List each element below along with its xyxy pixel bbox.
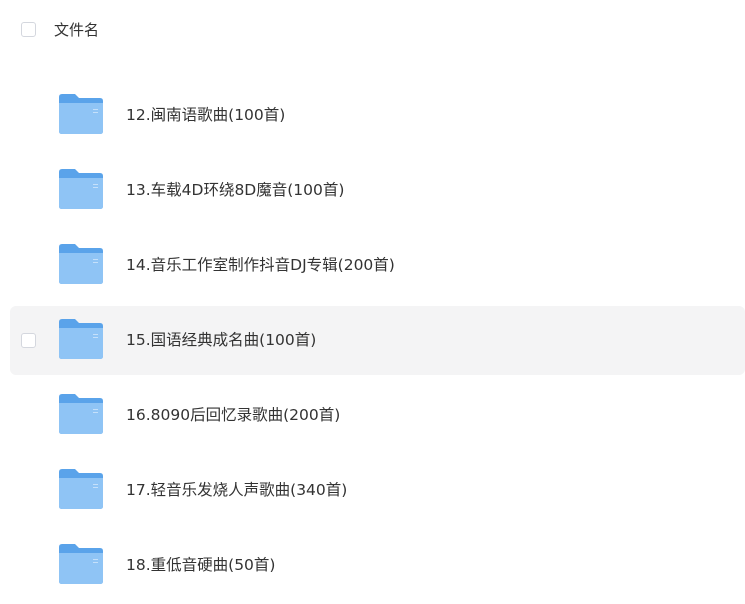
folder-icon bbox=[58, 93, 104, 135]
file-row[interactable]: 13.车载4D环绕8D魔音(100首) bbox=[10, 156, 745, 225]
file-name[interactable]: 16.8090后回忆录歌曲(200首) bbox=[126, 404, 340, 426]
file-row[interactable]: 14.音乐工作室制作抖音DJ专辑(200首) bbox=[10, 231, 745, 300]
file-row[interactable]: 12.闽南语歌曲(100首) bbox=[10, 81, 745, 150]
file-name[interactable]: 18.重低音硬曲(50首) bbox=[126, 554, 275, 576]
select-all-checkbox[interactable] bbox=[21, 22, 36, 37]
folder-icon bbox=[58, 168, 104, 210]
file-name[interactable]: 13.车载4D环绕8D魔音(100首) bbox=[126, 179, 344, 201]
file-row[interactable]: 18.重低音硬曲(50首) bbox=[10, 531, 745, 600]
file-row[interactable]: 16.8090后回忆录歌曲(200首) bbox=[10, 381, 745, 450]
folder-icon bbox=[58, 318, 104, 360]
column-header-filename[interactable]: 文件名 bbox=[54, 20, 99, 40]
folder-icon bbox=[58, 243, 104, 285]
file-name[interactable]: 12.闽南语歌曲(100首) bbox=[126, 104, 285, 126]
folder-icon bbox=[58, 468, 104, 510]
file-name[interactable]: 17.轻音乐发烧人声歌曲(340首) bbox=[126, 479, 347, 501]
file-list: 12.闽南语歌曲(100首) 13.车载4D环绕8D魔音(100首) 14.音乐… bbox=[0, 0, 745, 604]
row-checkbox[interactable] bbox=[21, 333, 36, 348]
file-row[interactable]: 17.轻音乐发烧人声歌曲(340首) bbox=[10, 456, 745, 525]
file-name[interactable]: 14.音乐工作室制作抖音DJ专辑(200首) bbox=[126, 254, 395, 276]
file-row-hovered[interactable]: 15.国语经典成名曲(100首) bbox=[10, 306, 745, 375]
list-header: 文件名 bbox=[0, 0, 745, 58]
folder-icon bbox=[58, 393, 104, 435]
file-list-page: 12.闽南语歌曲(100首) 13.车载4D环绕8D魔音(100首) 14.音乐… bbox=[0, 0, 745, 604]
file-name[interactable]: 15.国语经典成名曲(100首) bbox=[126, 329, 316, 351]
folder-icon bbox=[58, 543, 104, 585]
